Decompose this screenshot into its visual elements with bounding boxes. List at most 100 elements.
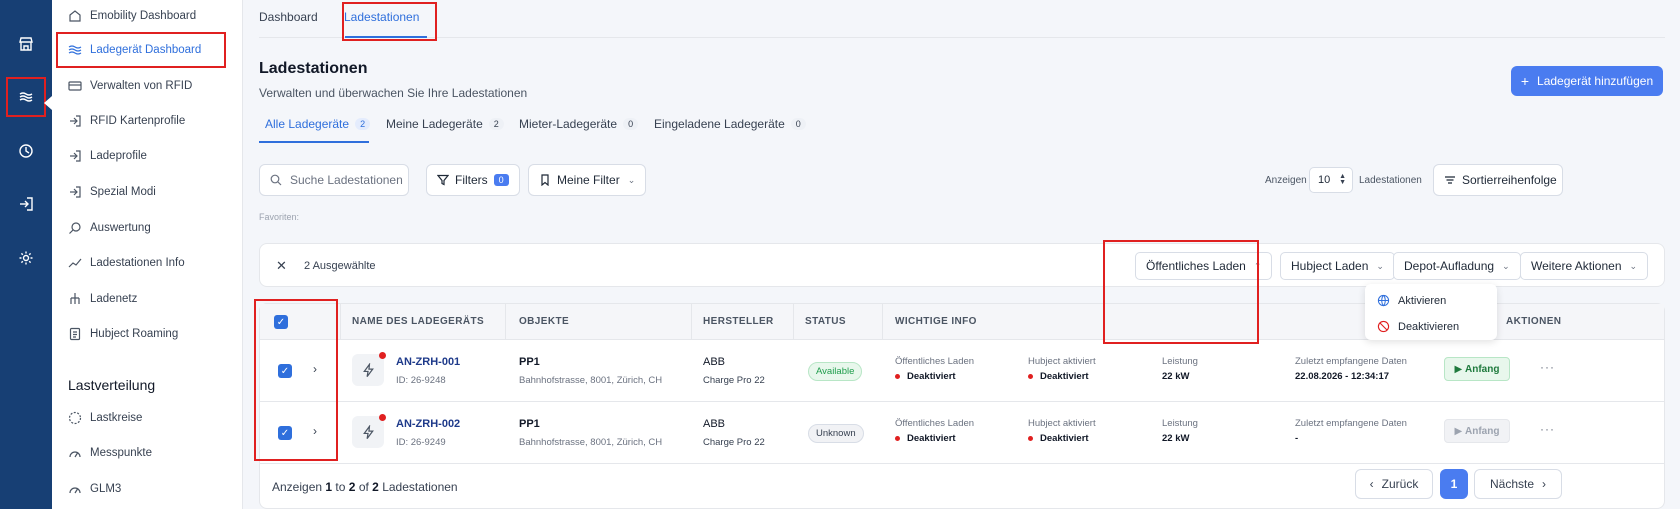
tab-count-badge: 0 bbox=[790, 118, 806, 130]
more-icon[interactable]: ··· bbox=[1540, 360, 1555, 374]
pagination-summary: Anzeigen 1 to 2 of 2 Ladestationen bbox=[272, 480, 458, 494]
sidebar-section-title: Lastverteilung bbox=[68, 377, 156, 393]
chevron-left-icon: ‹ bbox=[1369, 477, 1374, 491]
deactivate-option[interactable]: Deaktivieren bbox=[1377, 320, 1459, 333]
model: Charge Pro 22 bbox=[703, 375, 765, 386]
tab-label: Mieter-Ladegeräte bbox=[519, 117, 618, 131]
sidebar-item-label: GLM3 bbox=[90, 483, 122, 495]
deactivate-label: Deaktivieren bbox=[1398, 320, 1460, 333]
funnel-icon bbox=[437, 174, 449, 186]
hubject-value: Deaktiviert bbox=[1028, 371, 1089, 382]
sidebar-item-label: Ladenetz bbox=[90, 293, 138, 305]
rail-active-caret bbox=[44, 96, 52, 110]
table-row[interactable]: ✓ › AN-ZRH-002 ID: 26-9249 PP1 Bahnhofst… bbox=[260, 402, 1664, 464]
sidebar-item-label: Ladestationen Info bbox=[90, 257, 185, 269]
charger-name-link[interactable]: AN-ZRH-001 bbox=[396, 356, 460, 368]
my-filter-button[interactable]: Meine Filter ⌄ bbox=[528, 164, 647, 196]
manufacturer: ABB bbox=[703, 418, 726, 430]
sidebar-item-label: Emobility Dashboard bbox=[90, 10, 197, 22]
object-name: PP1 bbox=[519, 356, 540, 368]
tab-dashboard[interactable]: Dashboard bbox=[259, 10, 318, 24]
store-icon[interactable] bbox=[10, 28, 42, 60]
power-label: Leistung bbox=[1162, 356, 1198, 367]
sidebar-item-label: Verwalten von RFID bbox=[90, 80, 193, 92]
filters-count-badge: 0 bbox=[493, 174, 509, 186]
app-rail bbox=[0, 0, 52, 509]
show-label: Anzeigen bbox=[1265, 175, 1307, 186]
globe-icon bbox=[1377, 294, 1390, 307]
filters-button[interactable]: Filters 0 bbox=[426, 164, 520, 196]
gear-icon[interactable] bbox=[10, 242, 42, 274]
clock-icon[interactable] bbox=[10, 135, 42, 167]
sidebar-item-label: Lastkreise bbox=[90, 412, 143, 424]
column-divider bbox=[793, 304, 794, 340]
start-button[interactable]: ▶ Anfang bbox=[1444, 357, 1510, 381]
depot-charging-button[interactable]: Depot-Aufladung ⌄ bbox=[1393, 252, 1521, 280]
table-row[interactable]: ✓ › AN-ZRH-001 ID: 26-9248 PP1 Bahnhofst… bbox=[260, 340, 1664, 402]
sidebar-item-label: Auswertung bbox=[90, 222, 151, 234]
page-size-value: 10 bbox=[1318, 174, 1331, 186]
sidebar-item-label: Messpunkte bbox=[90, 447, 153, 459]
start-button[interactable]: ▶ Anfang bbox=[1444, 419, 1510, 443]
value-text: Deaktiviert bbox=[1040, 433, 1089, 444]
status-badge: Unknown bbox=[808, 424, 864, 443]
more-actions-button[interactable]: Weitere Aktionen ⌄ bbox=[1520, 252, 1649, 280]
public-charging-highlight bbox=[1103, 240, 1259, 344]
tab-tenant-chargers[interactable]: Mieter-Ladegeräte 0 bbox=[519, 117, 639, 131]
selection-count: 2 Ausgewählte bbox=[304, 260, 376, 272]
prev-page-button[interactable]: ‹ Zurück bbox=[1355, 469, 1433, 499]
sidebar-item-ladegeraet-dashboard[interactable]: Ladegerät Dashboard bbox=[56, 32, 226, 68]
power-label: Leistung bbox=[1162, 418, 1198, 429]
waves-icon bbox=[68, 43, 82, 57]
plus-icon: + bbox=[1520, 73, 1530, 89]
tab-underline bbox=[345, 36, 427, 38]
footer-to-word: to bbox=[335, 480, 346, 494]
last-data-label: Zuletzt empfangene Daten bbox=[1295, 356, 1407, 367]
hubject-charging-button[interactable]: Hubject Laden ⌄ bbox=[1280, 252, 1395, 280]
chevron-down-icon: ⌄ bbox=[1376, 260, 1384, 271]
search-placeholder: Suche Ladestationen bbox=[290, 173, 403, 187]
sort-label: Sortierreihenfolge bbox=[1462, 173, 1557, 187]
object-name: PP1 bbox=[519, 418, 540, 430]
gauge-icon bbox=[68, 482, 82, 496]
charger-name-link[interactable]: AN-ZRH-002 bbox=[396, 418, 460, 430]
add-charger-label: Ladegerät hinzufügen bbox=[1537, 74, 1654, 88]
hubject-label: Hubject aktiviert bbox=[1028, 418, 1096, 429]
public-charging-dropdown: Aktivieren Deaktivieren bbox=[1365, 284, 1497, 340]
page-1-button[interactable]: 1 bbox=[1440, 469, 1468, 499]
favorites-label: Favoriten: bbox=[259, 212, 300, 222]
manufacturer: ABB bbox=[703, 356, 726, 368]
activate-option[interactable]: Aktivieren bbox=[1377, 294, 1446, 307]
tab-my-chargers[interactable]: Meine Ladegeräte 2 bbox=[386, 117, 504, 131]
page-size-select[interactable]: 10 ▲ ▼ bbox=[1309, 167, 1353, 193]
login-icon bbox=[68, 185, 82, 199]
prev-label: Zurück bbox=[1381, 477, 1419, 491]
more-icon[interactable]: ··· bbox=[1540, 422, 1555, 436]
login-icon[interactable] bbox=[10, 188, 42, 220]
sidebar: Emobility Dashboard Ladegerät Dashboard … bbox=[52, 0, 243, 509]
header-important-info: WICHTIGE INFO bbox=[895, 316, 977, 327]
tab-invited-chargers[interactable]: Eingeladene Ladegeräte 0 bbox=[654, 117, 806, 131]
trend-icon bbox=[68, 256, 82, 270]
charger-waves-icon[interactable] bbox=[6, 77, 46, 117]
main-content: Dashboard Ladestationen Ladestationen Ve… bbox=[243, 0, 1680, 509]
add-charger-button[interactable]: + Ladegerät hinzufügen bbox=[1511, 66, 1663, 96]
column-divider bbox=[340, 304, 341, 340]
tab-all-chargers[interactable]: Alle Ladegeräte 2 bbox=[265, 117, 371, 131]
object-address: Bahnhofstrasse, 8001, Zürich, CH bbox=[519, 437, 663, 448]
next-page-button[interactable]: Nächste › bbox=[1474, 469, 1562, 499]
sidebar-item-label: RFID Kartenprofile bbox=[90, 115, 186, 127]
column-divider bbox=[882, 304, 883, 340]
action-label: Hubject Laden bbox=[1291, 259, 1369, 273]
sort-order-button[interactable]: Sortierreihenfolge bbox=[1433, 164, 1563, 196]
search-input[interactable]: Suche Ladestationen bbox=[259, 164, 409, 196]
sidebar-item-label: Spezial Modi bbox=[90, 186, 156, 198]
close-icon[interactable]: ✕ bbox=[276, 258, 287, 274]
network-icon bbox=[68, 292, 82, 306]
footer-from: 1 bbox=[325, 480, 333, 494]
footer-suffix: Ladestationen bbox=[382, 480, 458, 494]
footer-of-word: of bbox=[358, 480, 369, 494]
alert-dot bbox=[379, 352, 386, 359]
public-charging-value: Deaktiviert bbox=[895, 433, 956, 444]
updown-icon: ▲ ▼ bbox=[1339, 173, 1346, 186]
